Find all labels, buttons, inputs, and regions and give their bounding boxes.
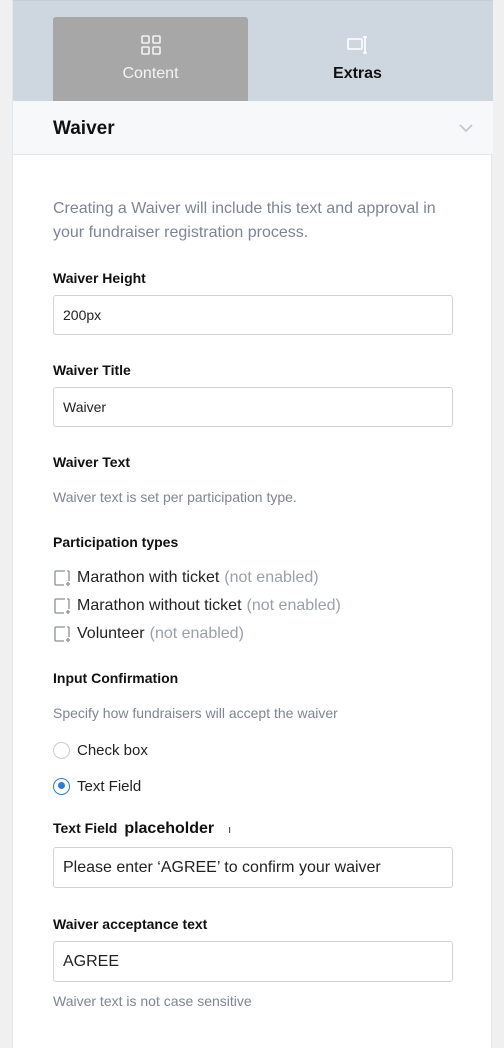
text-field-label-part: Text Field — [53, 820, 118, 836]
participation-type-status: (not enabled) — [149, 625, 244, 642]
participation-type-name: Marathon with ticket — [77, 569, 220, 586]
input-confirmation-help: Specify how fundraisers will accept the … — [53, 705, 338, 721]
radio-text-field[interactable]: Text Field — [53, 776, 141, 796]
participation-type-item[interactable]: Volunteer (not enabled) — [53, 624, 244, 644]
participation-type-status: (not enabled) — [246, 597, 341, 614]
waiver-text-help: Waiver text is set per participation typ… — [53, 489, 297, 505]
waiver-acceptance-input[interactable]: AGREE — [53, 941, 453, 982]
tab-extras-label: Extras — [333, 65, 382, 82]
radio-button[interactable] — [53, 741, 70, 759]
tab-extras[interactable]: Extras — [260, 17, 455, 101]
extras-icon — [346, 34, 370, 56]
participation-type-name: Marathon without ticket — [77, 597, 242, 614]
waiver-text-label: Waiver Text — [53, 454, 131, 470]
waiver-title-label: Waiver Title — [53, 362, 131, 378]
edit-box-icon — [54, 626, 70, 642]
waiver-section-header[interactable]: Waiver — [13, 101, 493, 155]
grid-icon — [140, 34, 162, 56]
tab-bar: Content Extras — [13, 0, 493, 101]
text-cursor-mark: ı — [228, 824, 232, 836]
edit-box-icon — [54, 570, 70, 586]
radio-button-selected[interactable] — [53, 777, 70, 795]
participation-type-item[interactable]: Marathon without ticket (not enabled) — [53, 596, 341, 616]
radio-check-box-label: Check box — [77, 741, 148, 759]
radio-text-field-label: Text Field — [77, 777, 142, 795]
participation-type-status: (not enabled) — [224, 569, 319, 586]
participation-type-item[interactable]: Marathon with ticket (not enabled) — [53, 568, 319, 588]
settings-panel: Content Extras Waiver Creating a Waiver … — [12, 0, 493, 1048]
tab-content[interactable]: Content — [53, 17, 248, 101]
placeholder-label-part: placeholder — [124, 820, 215, 837]
radio-check-box[interactable]: Check box — [53, 740, 148, 760]
section-title: Waiver — [53, 118, 115, 139]
waiver-height-input[interactable]: 200px — [53, 295, 453, 335]
text-field-placeholder-input[interactable]: Please enter ‘AGREE’ to confirm your wai… — [53, 847, 453, 888]
participation-types-label: Participation types — [53, 534, 179, 550]
waiver-title-input[interactable]: Waiver — [53, 387, 453, 427]
chevron-down-icon[interactable] — [457, 119, 475, 137]
text-field-placeholder-label: Text Field placeholder ı — [53, 820, 231, 838]
tab-content-label: Content — [122, 65, 179, 82]
input-confirmation-label: Input Confirmation — [53, 670, 179, 686]
waiver-intro-text: Creating a Waiver will include this text… — [53, 200, 436, 241]
edit-box-icon — [54, 598, 70, 614]
waiver-acceptance-help: Waiver text is not case sensitive — [53, 993, 252, 1009]
waiver-acceptance-label: Waiver acceptance text — [53, 916, 208, 932]
waiver-height-label: Waiver Height — [53, 270, 146, 286]
participation-type-name: Volunteer — [77, 625, 145, 642]
